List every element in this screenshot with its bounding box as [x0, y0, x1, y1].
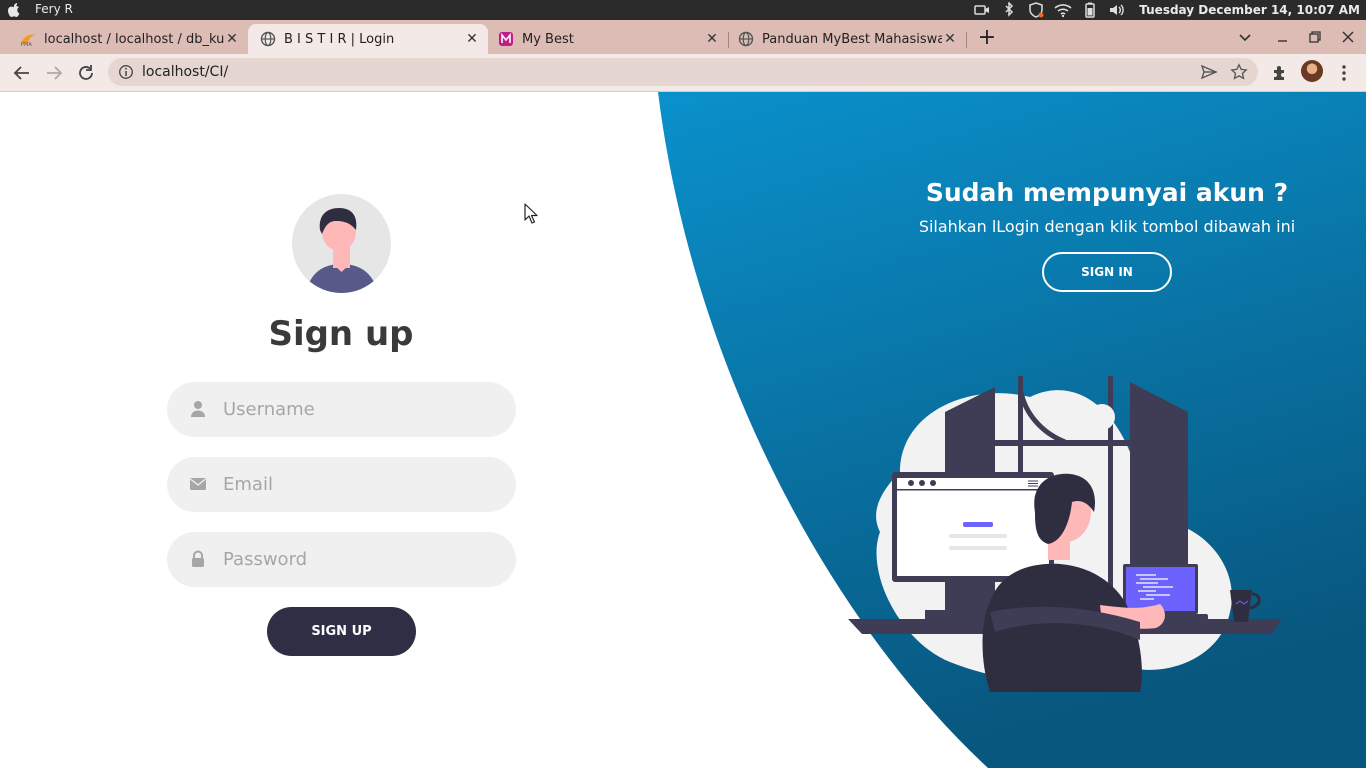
password-field[interactable]: [167, 532, 516, 587]
tab-title: My Best: [522, 31, 574, 47]
tab-title: localhost / localhost / db_kur: [44, 31, 224, 47]
signin-heading: Sudah mempunyai akun ?: [925, 178, 1289, 207]
close-tab-icon[interactable]: ✕: [464, 31, 480, 47]
svg-text:PMA: PMA: [21, 42, 32, 47]
tab-panduan-mybest[interactable]: Panduan MyBest Mahasiswa.p ✕: [728, 24, 967, 54]
browser-tab-strip: PMA localhost / localhost / db_kur ✕ B I…: [0, 20, 1366, 54]
profile-avatar[interactable]: [1301, 60, 1323, 82]
back-arrow-icon[interactable]: [12, 63, 32, 83]
page-content: Sign up SIGN UP Sudah mempunyai akun ? S…: [0, 92, 1366, 768]
shield-icon[interactable]: [1027, 2, 1045, 18]
email-field[interactable]: [167, 457, 516, 512]
signin-subtext: Silahkan lLogin dengan klik tombol dibaw…: [918, 217, 1296, 236]
tab-title: Panduan MyBest Mahasiswa.p: [762, 31, 942, 47]
signup-title: Sign up: [268, 314, 414, 354]
password-input[interactable]: [223, 532, 493, 587]
developer-desk-illustration: [848, 376, 1282, 692]
bookmark-star-icon[interactable]: [1230, 63, 1248, 81]
restore-window-icon[interactable]: [1307, 29, 1323, 45]
battery-icon[interactable]: [1081, 2, 1099, 18]
browser-toolbar: localhost/CI/: [0, 54, 1366, 92]
wifi-icon[interactable]: [1054, 2, 1072, 18]
apple-logo-icon[interactable]: [6, 2, 22, 18]
tab-separator: [966, 32, 967, 48]
camera-icon[interactable]: [973, 2, 991, 18]
minimize-window-icon[interactable]: [1275, 29, 1291, 45]
tab-bistir-login[interactable]: B I S T I R | Login ✕: [248, 24, 488, 54]
email-input[interactable]: [223, 457, 493, 512]
username-field[interactable]: [167, 382, 516, 437]
close-tab-icon[interactable]: ✕: [224, 31, 240, 47]
new-tab-icon[interactable]: +: [976, 27, 998, 50]
send-tab-icon[interactable]: [1200, 63, 1218, 81]
lock-icon: [192, 550, 204, 567]
os-top-bar: Fery R Tuesday December 14, 10:07 AM: [0, 0, 1366, 20]
signup-section: Sign up SIGN UP: [0, 92, 660, 768]
bluetooth-icon[interactable]: [1000, 2, 1018, 18]
signin-prompt: Sudah mempunyai akun ? Silahkan lLogin d…: [886, 178, 1328, 236]
extensions-puzzle-icon[interactable]: [1270, 63, 1290, 83]
tab-phpmyadmin[interactable]: PMA localhost / localhost / db_kur ✕: [0, 24, 248, 54]
tab-title: B I S T I R | Login: [284, 31, 395, 47]
os-user-name[interactable]: Fery R: [35, 2, 73, 16]
phpmyadmin-icon: PMA: [21, 34, 35, 47]
close-tab-icon[interactable]: ✕: [942, 31, 958, 47]
envelope-icon: [190, 478, 206, 490]
user-icon: [191, 401, 205, 417]
signup-button[interactable]: SIGN UP: [267, 607, 416, 656]
signin-button[interactable]: SIGN IN: [1042, 252, 1172, 292]
globe-icon: [738, 31, 754, 47]
address-bar[interactable]: localhost/CI/: [108, 58, 1258, 86]
os-clock[interactable]: Tuesday December 14, 10:07 AM: [1139, 3, 1360, 17]
browser-menu-icon[interactable]: [1336, 63, 1352, 83]
close-tab-icon[interactable]: ✕: [704, 31, 720, 47]
close-window-icon[interactable]: [1340, 29, 1356, 45]
tab-mybest[interactable]: My Best ✕: [488, 24, 729, 54]
url-text[interactable]: localhost/CI/: [142, 64, 228, 80]
user-avatar-illustration: [292, 194, 391, 293]
volume-icon[interactable]: [1108, 2, 1126, 18]
tab-search-chevron-icon[interactable]: [1237, 29, 1253, 45]
reload-icon[interactable]: [76, 63, 96, 83]
system-tray: Tuesday December 14, 10:07 AM: [973, 0, 1360, 20]
site-info-icon[interactable]: [118, 64, 134, 80]
username-input[interactable]: [223, 382, 493, 437]
globe-icon: [260, 31, 276, 47]
mybest-icon: [499, 32, 513, 46]
mouse-cursor-icon: [524, 203, 538, 224]
forward-arrow-icon[interactable]: [44, 63, 64, 83]
